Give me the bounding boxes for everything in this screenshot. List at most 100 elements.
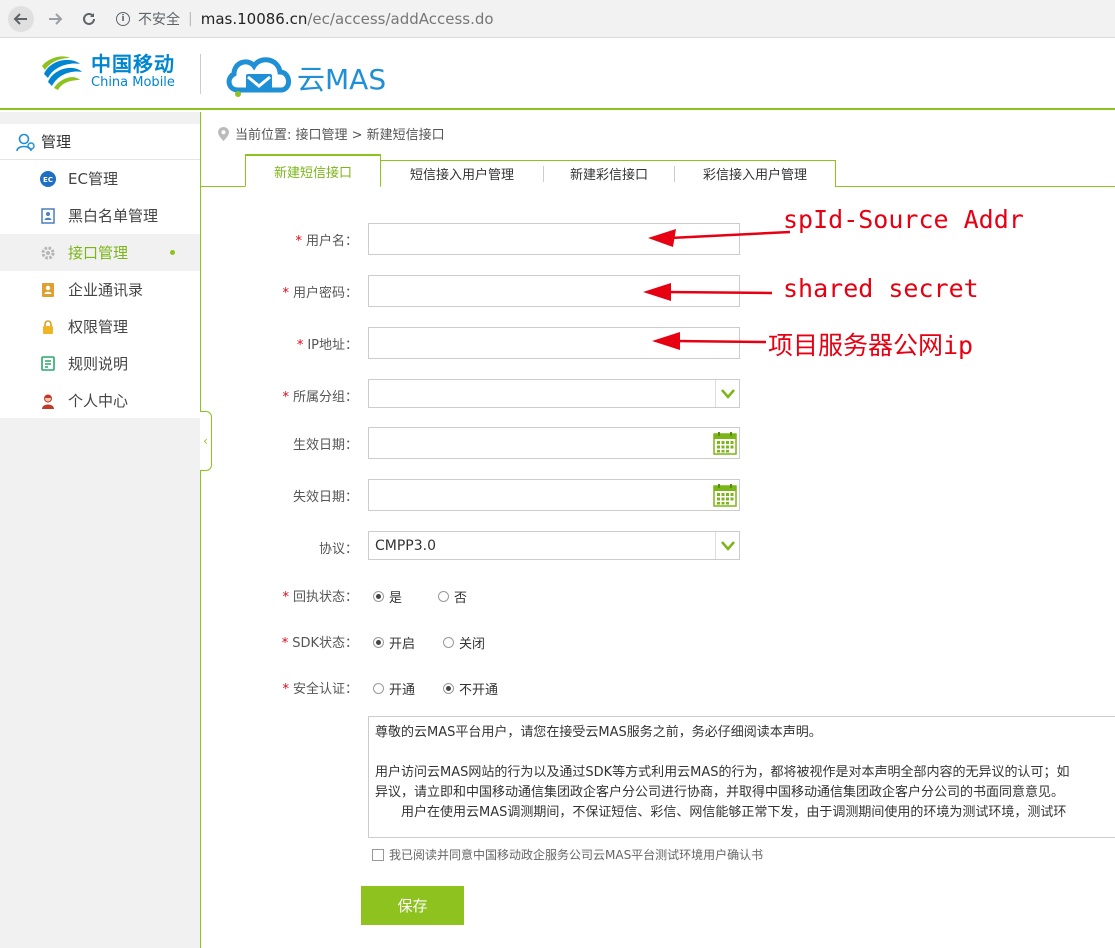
lock-icon <box>39 318 57 336</box>
user-manage-icon <box>16 133 35 151</box>
agreement-paragraph: 用户在使用云MAS调测期间，不保证短信、彩信、网信能够正常下发，由于调测期间使用… <box>401 805 1067 820</box>
auth-label: * 安全认证： <box>198 678 358 697</box>
chevron-down-icon[interactable] <box>715 532 739 559</box>
radio-button[interactable] <box>443 637 455 648</box>
annotation-password-note: shared secret <box>783 274 979 303</box>
sidebar-item-contacts[interactable]: 企业通讯录 <box>0 271 200 308</box>
radio-button[interactable] <box>438 591 450 602</box>
group-select[interactable] <box>368 379 740 408</box>
sidebar-item-label: 企业通讯录 <box>68 281 144 299</box>
radio-button[interactable] <box>373 637 384 648</box>
sdk-label-text: SDK状态： <box>292 636 358 651</box>
browser-toolbar: i 不安全 | mas.10086.cn /ec/access/addAcces… <box>0 0 1115 38</box>
agreement-paragraph: 用户访问云MAS网站的行为以及通过SDK等方式利用云MAS的行为，都将被视作是对… <box>375 765 1070 780</box>
chevron-down-icon[interactable] <box>715 380 739 407</box>
required-mark: * <box>281 636 289 651</box>
receipt-label: * 回执状态： <box>198 586 358 605</box>
radio-button[interactable] <box>373 683 384 694</box>
sidebar-item-ec[interactable]: EC EC管理 <box>0 160 200 197</box>
ip-label: * IP地址： <box>198 334 358 353</box>
receipt-option-yes[interactable]: 是 <box>373 587 402 606</box>
username-label: * 用户名： <box>198 230 358 249</box>
agree-checkbox-label: 我已阅读并同意中国移动政企服务公司云MAS平台测试环境用户确认书 <box>389 848 764 862</box>
china-mobile-logo[interactable] <box>40 52 84 92</box>
sdk-option-on[interactable]: 开启 <box>373 633 415 652</box>
reload-button[interactable] <box>76 6 102 32</box>
radio-button[interactable] <box>373 591 384 602</box>
header-divider <box>200 54 201 94</box>
protocol-label: 协议： <box>198 538 358 557</box>
sidebar-item-label: 黑白名单管理 <box>68 207 159 225</box>
group-label: * 所属分组： <box>198 386 358 405</box>
username-input[interactable] <box>368 223 740 255</box>
required-mark: * <box>282 590 289 605</box>
forward-button[interactable] <box>42 6 68 32</box>
arrow-right-icon <box>49 12 63 25</box>
sidebar-item-profile[interactable]: 个人中心 <box>0 382 200 419</box>
end-date-input[interactable] <box>368 479 740 511</box>
auth-option-off[interactable]: 不开通 <box>443 679 498 698</box>
sidebar-item-interface[interactable]: 接口管理 <box>0 234 200 271</box>
radio-label: 不开通 <box>459 683 499 698</box>
tab-mms-user-management[interactable]: 彩信接入用户管理 <box>675 160 835 187</box>
sidebar-header[interactable]: 管理 <box>0 124 200 160</box>
radio-button[interactable] <box>443 683 455 694</box>
receipt-radio-group: 是 否 <box>373 587 495 606</box>
back-button[interactable] <box>8 5 34 32</box>
username-label-text: 用户名： <box>305 234 358 249</box>
annotation-ip-note: 项目服务器公网ip <box>768 331 974 360</box>
sidebar: 管理 EC EC管理 黑白名单管理 接口管理 企业通讯录 权限管理 规则说明 个… <box>0 112 200 948</box>
sidebar-item-permission[interactable]: 权限管理 <box>0 308 200 345</box>
sidebar-item-label: 权限管理 <box>68 318 129 336</box>
agree-checkbox-row[interactable]: 我已阅读并同意中国移动政企服务公司云MAS平台测试环境用户确认书 <box>372 846 763 863</box>
sidebar-item-label: 个人中心 <box>68 392 129 410</box>
ip-input[interactable] <box>368 327 740 359</box>
list-icon <box>39 207 57 225</box>
sidebar-item-rules[interactable]: 规则说明 <box>0 345 200 382</box>
calendar-icon[interactable] <box>713 431 737 455</box>
address-bar[interactable]: i 不安全 | mas.10086.cn /ec/access/addAcces… <box>116 6 494 32</box>
breadcrumb-text: 当前位置: 接口管理 > 新建短信接口 <box>235 128 445 143</box>
tab-new-mms-interface[interactable]: 新建彩信接口 <box>544 160 674 187</box>
arrow-left-icon <box>13 12 27 25</box>
agreement-paragraph: 异议，请立即和中国移动通信集团政企客户分公司进行协商，并取得中国移动通信集团政企… <box>375 785 1065 800</box>
annotation-username-note: spId-Source Addr <box>783 205 1024 234</box>
cloud-logo-icon[interactable] <box>224 50 294 100</box>
calendar-icon[interactable] <box>713 483 737 507</box>
radio-label: 开启 <box>389 637 416 652</box>
required-mark: * <box>282 390 289 405</box>
auth-option-on[interactable]: 开通 <box>373 679 415 698</box>
site-header: 中国移动 China Mobile 云MAS <box>0 38 1115 110</box>
sdk-option-off[interactable]: 关闭 <box>443 633 485 652</box>
start-date-label-text: 生效日期： <box>292 438 358 453</box>
radio-label: 否 <box>454 591 468 606</box>
address-separator: | <box>188 10 193 27</box>
ec-icon: EC <box>39 170 57 188</box>
start-date-input[interactable] <box>368 427 740 459</box>
security-label: 不安全 <box>138 11 180 28</box>
receipt-option-no[interactable]: 否 <box>438 587 467 606</box>
required-mark: * <box>295 234 302 249</box>
sdk-label: * SDK状态： <box>198 632 358 651</box>
agreement-textbox[interactable]: 尊敬的云MAS平台用户，请您在接受云MAS服务之前，务必仔细阅读本声明。 用户访… <box>368 716 1115 838</box>
sidebar-title: 管理 <box>41 133 72 151</box>
rules-icon <box>39 355 57 373</box>
sidebar-item-label: 接口管理 <box>68 244 129 262</box>
svg-text:EC: EC <box>43 176 53 184</box>
sidebar-item-blacklist[interactable]: 黑白名单管理 <box>0 197 200 234</box>
info-icon[interactable]: i <box>116 11 130 26</box>
tab-sms-user-management[interactable]: 短信接入用户管理 <box>381 160 543 187</box>
radio-label: 开通 <box>389 683 416 698</box>
tab-new-sms-interface[interactable]: 新建短信接口 <box>245 154 381 187</box>
sidebar-item-label: EC管理 <box>68 170 118 188</box>
password-label: * 用户密码： <box>198 282 358 301</box>
radio-label: 关闭 <box>459 637 486 652</box>
brand-cn: 中国移动 <box>91 52 175 76</box>
start-date-label: 生效日期： <box>198 434 358 453</box>
password-input[interactable] <box>368 275 740 307</box>
agree-checkbox[interactable] <box>372 848 384 861</box>
save-button[interactable]: 保存 <box>361 886 464 925</box>
required-mark: * <box>282 682 289 697</box>
contacts-icon <box>39 281 57 299</box>
protocol-select[interactable]: CMPP3.0 <box>368 531 740 560</box>
